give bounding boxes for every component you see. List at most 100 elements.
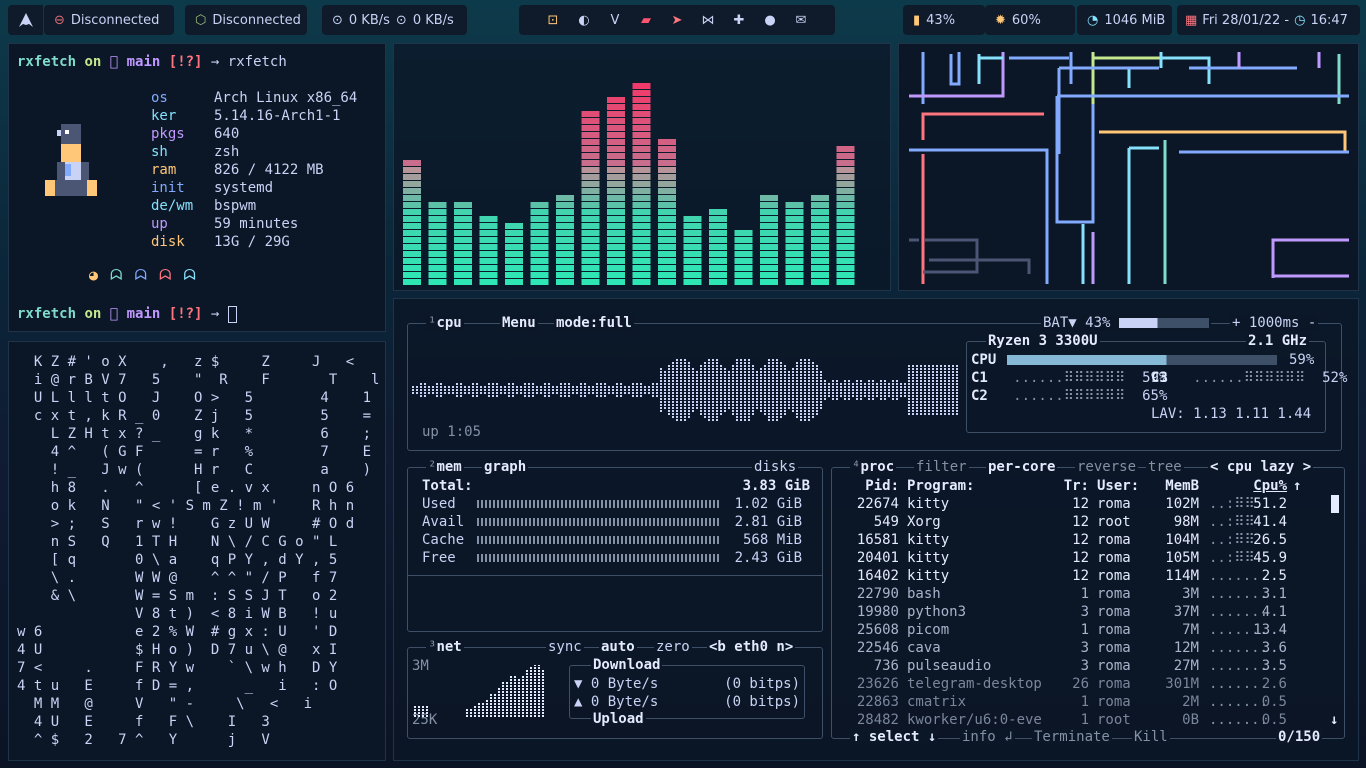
- cpu-graph-dot: [656, 395, 658, 397]
- zero-toggle[interactable]: zero: [654, 639, 692, 655]
- mail-icon[interactable]: ✉: [789, 13, 813, 28]
- col-pid[interactable]: Pid:: [843, 477, 899, 495]
- graph-toggle[interactable]: graph: [482, 459, 529, 475]
- btop-window[interactable]: ¹cpu Menu mode:full BAT▼ 43% + 1000ms - …: [393, 298, 1359, 761]
- process-threads: 12: [1072, 532, 1089, 548]
- network-status-wireless[interactable]: ⬡ Disconnected: [185, 5, 307, 35]
- cpu-graph-dot: [804, 407, 806, 409]
- process-row[interactable]: 736 pulseaudio 3 roma 27M....... 3.5: [843, 657, 1287, 675]
- select-control[interactable]: ↑ select ↓: [850, 729, 939, 745]
- cpu-graph-dot: [940, 383, 942, 385]
- firefox-icon[interactable]: ◐: [572, 13, 596, 28]
- net-graph-dot: [542, 682, 544, 684]
- cpu-graph-dot: [812, 413, 814, 415]
- vscode-icon[interactable]: ⋈: [696, 13, 720, 28]
- vim-icon[interactable]: V: [603, 13, 627, 28]
- visualizer-bar-segment: [785, 223, 804, 229]
- tree-toggle[interactable]: tree: [1146, 459, 1184, 475]
- cpu-graph-dot: [492, 389, 494, 391]
- auto-toggle[interactable]: auto: [599, 639, 637, 655]
- process-row[interactable]: 19980 python3 3 roma 37M....... 4.1: [843, 603, 1287, 621]
- net-graph-dot: [422, 709, 424, 711]
- disks-toggle[interactable]: disks: [752, 459, 799, 475]
- visualizer-bar-segment: [454, 230, 472, 236]
- process-row[interactable]: 16581 kitty 12 roma 104M ..:⠿⠿ 26.5: [843, 531, 1287, 549]
- cpu-graph-dot: [696, 395, 698, 397]
- visualizer-bar-segment: [632, 125, 651, 131]
- terminate-button[interactable]: Terminate: [1032, 729, 1112, 745]
- per-core-toggle[interactable]: per-core: [986, 459, 1058, 475]
- cpu-graph-dot: [688, 383, 690, 385]
- sync-toggle[interactable]: sync: [546, 639, 584, 655]
- cpu-graph-dot: [784, 386, 786, 388]
- proc-header: Pid: Program: Tr: User: MemB Cpu% ↑: [843, 477, 1301, 495]
- cmatrix-terminal[interactable]: K Z # ' o X , z $ Z J < i @ r B V 7 5 " …: [8, 341, 386, 761]
- cpu-graph-dot: [668, 383, 670, 385]
- filter-button[interactable]: filter: [914, 459, 969, 475]
- info-button[interactable]: info ↲: [960, 729, 1015, 745]
- process-row[interactable]: 22674 kitty 12 roma 102M ..:⠿⠿ 51.2: [843, 495, 1287, 513]
- cpu-graph-dot: [436, 395, 438, 397]
- cpu-graph-dot: [660, 380, 662, 382]
- process-row[interactable]: 22863 cmatrix 1 roma 2M....... 0.5: [843, 693, 1287, 711]
- cpu-graph-dot: [736, 371, 738, 373]
- cpu-graph-dot: [920, 365, 922, 367]
- visualizer-bar-segment: [632, 181, 651, 187]
- brightness-status[interactable]: ✹ 60%: [985, 5, 1075, 35]
- col-mem[interactable]: MemB: [1155, 477, 1199, 495]
- col-program[interactable]: Program:: [899, 477, 1061, 495]
- reverse-toggle[interactable]: reverse: [1075, 459, 1139, 475]
- process-cpu: 45.9: [1253, 550, 1287, 566]
- mode-toggle[interactable]: mode:full: [554, 315, 634, 331]
- process-threads: 1: [1080, 586, 1089, 602]
- cpu-graph-dot: [912, 368, 914, 370]
- proc-scrollbar[interactable]: [1331, 495, 1339, 513]
- files-icon[interactable]: ▰: [634, 13, 658, 28]
- info-value: 5.14.16-Arch1-1: [214, 108, 341, 124]
- process-row[interactable]: 22790 bash 1 roma 3M....... 3.1: [843, 585, 1287, 603]
- process-row[interactable]: 25608 picom 1 roma 7M....... 13.4: [843, 621, 1287, 639]
- cpu-graph-dot: [812, 416, 814, 418]
- terminal-icon[interactable]: ⊡: [541, 13, 565, 28]
- github-icon[interactable]: ●: [758, 13, 782, 28]
- scroll-down-icon[interactable]: ↓: [1330, 711, 1338, 729]
- process-row[interactable]: 28482 kworker/u6:0-eve 1 root 0B....... 0.5: [843, 711, 1287, 729]
- process-row[interactable]: 549 Xorg 12 root 98M ..:⠿⠿ 41.4: [843, 513, 1287, 531]
- pacman-icon: ◕: [89, 266, 111, 284]
- cpu-graph-dot: [744, 404, 746, 406]
- cpu-graph-dot: [956, 392, 958, 394]
- process-row[interactable]: 16402 kitty 12 roma 114M....... 2.5: [843, 567, 1287, 585]
- cpu-graph-dot: [776, 368, 778, 370]
- rxfetch-terminal[interactable]: rxfetch on  main [!?] → rxfetch osArch …: [8, 43, 386, 332]
- cpu-graph-dot: [816, 407, 818, 409]
- clock[interactable]: ▦ Fri 28/01/22 - ◷ 16:47: [1177, 5, 1360, 35]
- telegram-icon[interactable]: ➤: [665, 13, 689, 28]
- cpu-graph-dot: [940, 395, 942, 397]
- col-cpu[interactable]: Cpu%: [1251, 477, 1287, 495]
- update-rate[interactable]: + 1000ms -: [1230, 315, 1319, 331]
- python-icon[interactable]: ✚: [727, 13, 751, 28]
- cpu-graph-dot: [776, 398, 778, 400]
- cpu-graph-dot: [608, 386, 610, 388]
- mem-row: Free 2.43 GiB: [422, 549, 802, 567]
- launcher[interactable]: [8, 5, 43, 35]
- col-user[interactable]: User:: [1089, 477, 1155, 495]
- visualizer-bar-segment: [530, 223, 549, 229]
- cpu-graph-dot: [524, 392, 526, 394]
- cpu-graph-dot: [848, 398, 850, 400]
- sort-selector[interactable]: < cpu lazy >: [1208, 459, 1314, 475]
- net-graph-dot: [534, 703, 536, 705]
- process-row[interactable]: 23626 telegram-desktop 26 roma 301M....... 2.…: [843, 675, 1287, 693]
- cpu-graph-dot: [928, 407, 930, 409]
- col-threads[interactable]: Tr:: [1061, 477, 1089, 495]
- mem-row-meter: [477, 554, 719, 562]
- cpu-graph-dot: [424, 392, 426, 394]
- network-status-wired[interactable]: ⊖ Disconnected: [44, 5, 174, 35]
- matrix-line: V 8 t ) < 8 i W B ! u: [17, 606, 338, 622]
- kill-button[interactable]: Kill: [1132, 729, 1170, 745]
- cpu-graph-dot: [784, 389, 786, 391]
- process-row[interactable]: 20401 kitty 12 roma 105M ..:⠿⠿ 45.9: [843, 549, 1287, 567]
- interface-selector[interactable]: <b eth0 n>: [707, 639, 796, 655]
- menu-button[interactable]: Menu: [500, 315, 538, 331]
- process-row[interactable]: 22546 cava 3 roma 12M....... 3.6: [843, 639, 1287, 657]
